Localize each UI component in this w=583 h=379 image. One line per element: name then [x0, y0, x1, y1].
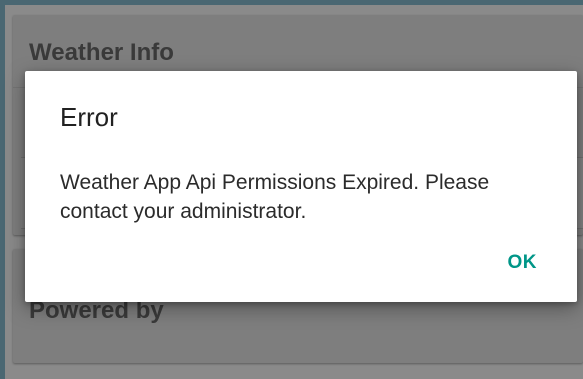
- ok-button[interactable]: OK: [500, 248, 546, 278]
- weather-info-title: Weather Info: [29, 39, 174, 66]
- dialog-message: Weather App Api Permissions Expired. Ple…: [60, 171, 490, 223]
- app-window: Weather Info Powered by Error Weather Ap…: [0, 0, 583, 379]
- dialog-title: Error: [60, 102, 118, 132]
- error-dialog: Error Weather App Api Permissions Expire…: [25, 71, 577, 302]
